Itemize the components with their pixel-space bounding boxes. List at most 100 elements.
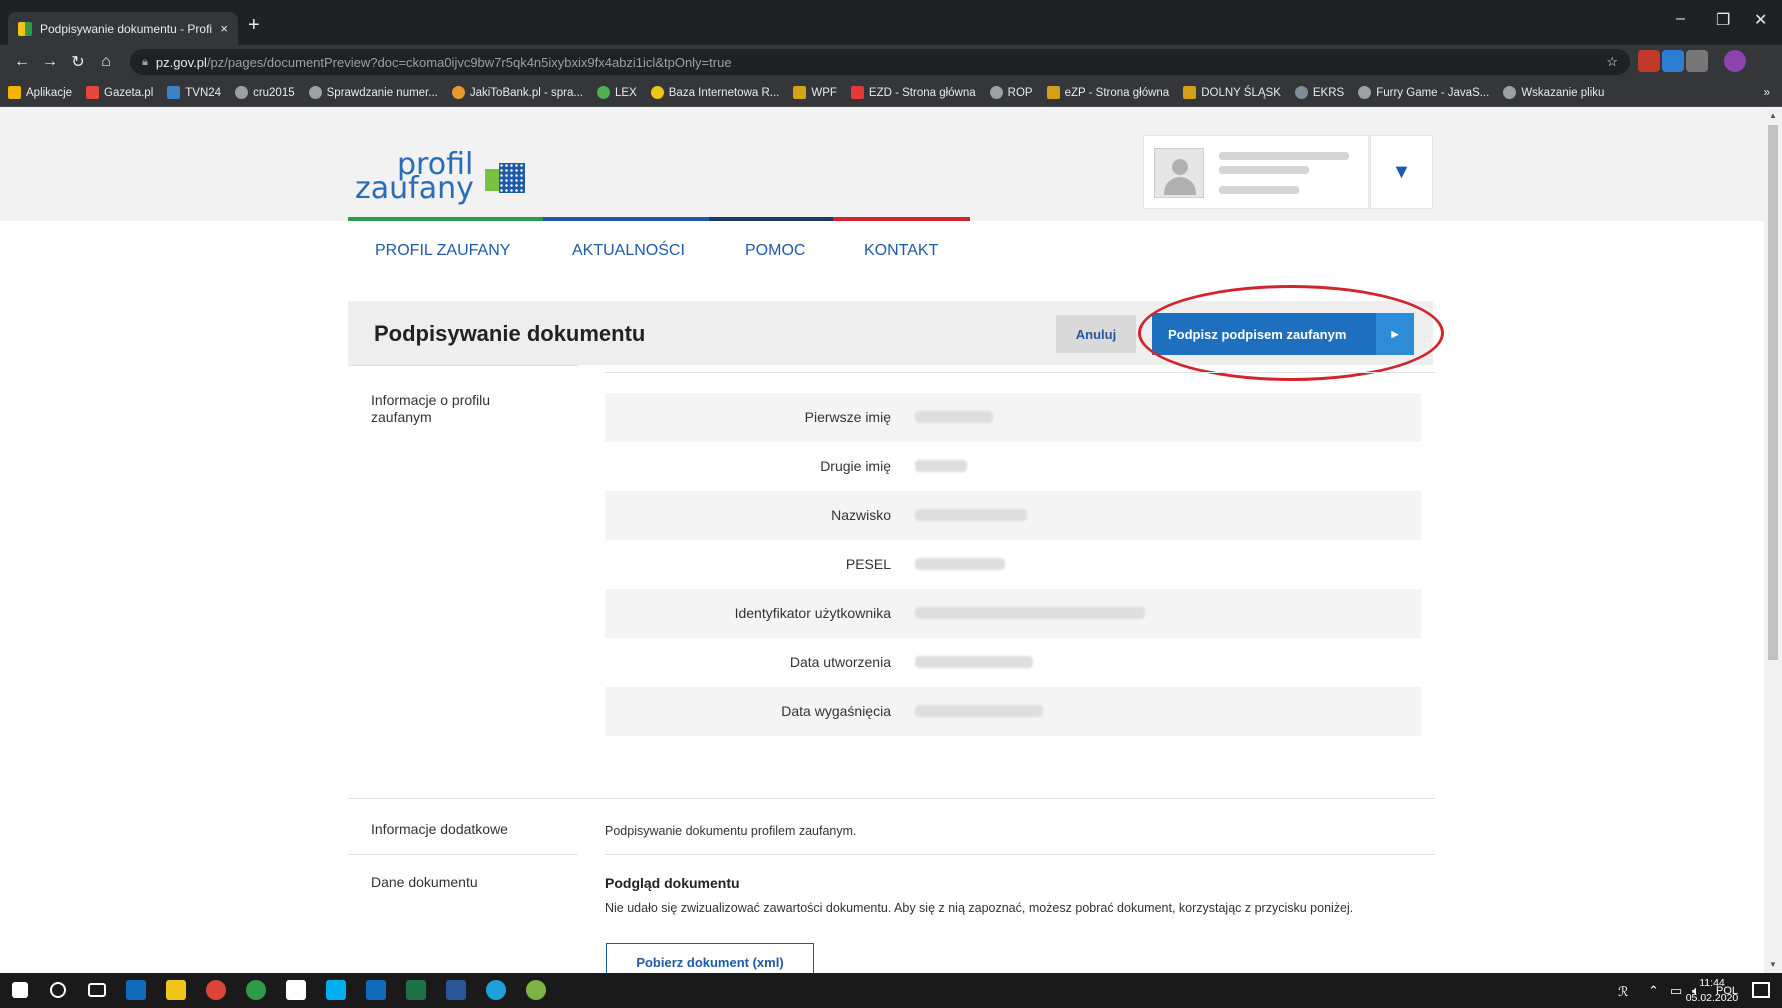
info-row-user-id: Identyfikator użytkownika — [605, 589, 1421, 638]
tab-title: Podpisywanie dokumentu - Profil — [40, 21, 213, 36]
user-name-redacted — [1219, 152, 1349, 160]
globe-icon — [989, 86, 1003, 99]
bookmark-item[interactable]: WPF — [793, 86, 837, 99]
profile-avatar-icon[interactable] — [1724, 50, 1746, 72]
cancel-button[interactable]: Anuluj — [1056, 315, 1136, 353]
page-title: Podpisywanie dokumentu — [374, 321, 646, 346]
lock-icon: 🔒︎ — [142, 55, 148, 68]
tray-expand-icon[interactable]: ⌃ — [1648, 983, 1659, 999]
file-explorer-icon[interactable] — [166, 980, 186, 1000]
divider — [605, 854, 1435, 855]
home-icon[interactable]: ⌂ — [92, 53, 120, 71]
bookmark-star-icon[interactable]: ☆ — [1606, 54, 1618, 70]
scroll-thumb[interactable] — [1768, 125, 1778, 660]
bookmark-item[interactable]: DOLNY ŚLĄSK — [1183, 86, 1281, 99]
bookmark-item[interactable]: TVN24 — [167, 86, 221, 99]
bookmark-item[interactable]: Furry Game - JavaS... — [1358, 86, 1489, 99]
section-label-additional: Informacje dodatkowe — [371, 821, 508, 837]
bookmark-item[interactable]: EZD - Strona główna — [850, 86, 976, 99]
excel-icon[interactable] — [406, 980, 426, 1000]
globe-icon — [1358, 86, 1372, 99]
bookmark-icon — [1046, 86, 1060, 99]
page-scrollbar[interactable]: ▲ ▼ — [1764, 107, 1782, 973]
divider — [605, 372, 1435, 373]
news-extension-icon[interactable] — [1662, 50, 1684, 72]
user-menu-dropdown-icon[interactable]: ▼ — [1370, 135, 1433, 209]
bookmark-item[interactable]: EKRS — [1294, 86, 1344, 99]
internet-explorer-icon[interactable] — [486, 980, 506, 1000]
minimize-icon[interactable]: – — [1676, 10, 1685, 28]
outlook-icon[interactable] — [126, 980, 146, 1000]
app-icon[interactable] — [246, 980, 266, 1000]
clock-time-display: 11:44 — [1699, 977, 1725, 989]
document-preview-heading: Podgląd dokumentu — [605, 875, 740, 891]
bookmark-item[interactable]: Gazeta.pl — [86, 86, 153, 99]
redacted-value — [915, 607, 1145, 619]
close-tab-icon[interactable]: × — [220, 21, 228, 36]
section-label-document: Dane dokumentu — [371, 874, 478, 890]
info-row-second-name: Drugie imię — [605, 442, 1421, 491]
info-row-pesel: PESEL — [605, 540, 1421, 589]
bookmark-icon — [597, 86, 610, 99]
taskbar-clock[interactable]: 11:44 05.02.2020 — [1680, 974, 1744, 1007]
nav-aktualnosci[interactable]: AKTUALNOŚCI — [572, 242, 685, 260]
bookmark-icon — [650, 86, 664, 99]
people-icon[interactable]: ℛ — [1618, 984, 1628, 1000]
word-icon[interactable] — [446, 980, 466, 1000]
bookmark-item[interactable]: LEX — [597, 86, 637, 99]
download-document-button[interactable]: Pobierz dokument (xml) — [606, 943, 814, 973]
header-accent-green — [348, 217, 543, 221]
section-label-profile-info: Informacje o profilu zaufanym — [371, 392, 491, 425]
divider — [348, 798, 1435, 799]
scroll-up-icon[interactable]: ▲ — [1769, 111, 1777, 120]
reload-icon[interactable]: ↻ — [64, 52, 92, 72]
forward-icon[interactable]: → — [36, 53, 64, 71]
os-taskbar: ℛ ⌃ ▭ 🔈︎ POL 11:44 — [0, 973, 1782, 1008]
windows-start-icon[interactable] — [12, 982, 28, 998]
user-info-box[interactable] — [1143, 135, 1369, 209]
bookmark-item[interactable]: Wskazanie pliku — [1503, 86, 1604, 99]
address-bar[interactable]: 🔒︎ pz.gov.pl/pz/pages/documentPreview?do… — [130, 49, 1630, 75]
header-accent-blue — [543, 217, 709, 221]
bookmark-icon — [793, 86, 807, 99]
extension-icon[interactable] — [1686, 50, 1708, 72]
close-window-icon[interactable]: ✕ — [1754, 10, 1767, 30]
bookmark-item[interactable]: ROP — [989, 86, 1033, 99]
task-view-icon[interactable] — [88, 983, 106, 997]
bookmark-item[interactable]: Sprawdzanie numer... — [308, 86, 438, 99]
favicon-icon — [18, 21, 32, 36]
header-accent-navy — [709, 217, 833, 221]
notifications-icon[interactable] — [1752, 982, 1770, 998]
app-icon[interactable] — [286, 980, 306, 1000]
search-icon[interactable] — [50, 982, 66, 998]
bookmarks-overflow-button[interactable]: » — [1764, 87, 1770, 99]
redacted-value — [915, 656, 1033, 668]
url-host: pz.gov.pl — [155, 54, 207, 70]
outlook-icon[interactable] — [366, 980, 386, 1000]
app-icon[interactable] — [526, 980, 546, 1000]
browser-tab[interactable]: Podpisywanie dokumentu - Profil × — [8, 12, 238, 45]
globe-icon — [308, 86, 322, 99]
skype-icon[interactable] — [326, 980, 346, 1000]
pdf-extension-icon[interactable] — [1638, 50, 1660, 72]
bookmark-item[interactable]: Aplikacje — [8, 86, 72, 99]
user-avatar-icon — [1154, 148, 1204, 198]
scroll-down-icon[interactable]: ▼ — [1769, 960, 1777, 969]
nav-kontakt[interactable]: KONTAKT — [864, 242, 938, 260]
info-row-expiry-date: Data wygaśnięcia — [605, 687, 1421, 736]
logo-mark-icon — [485, 161, 525, 195]
bookmark-item[interactable]: Baza Internetowa R... — [650, 86, 779, 99]
nav-pomoc[interactable]: POMOC — [745, 242, 805, 260]
browser-tab-bar: Podpisywanie dokumentu - Profil × + – ❐ … — [0, 0, 1782, 45]
chrome-icon[interactable] — [206, 980, 226, 1000]
info-row-surname: Nazwisko — [605, 491, 1421, 540]
new-tab-button[interactable]: + — [248, 14, 260, 37]
bookmark-item[interactable]: eZP - Strona główna — [1046, 86, 1169, 99]
back-icon[interactable]: ← — [8, 53, 36, 71]
nav-profil-zaufany[interactable]: PROFIL ZAUFANY — [375, 242, 510, 260]
bookmark-item[interactable]: cru2015 — [235, 86, 295, 99]
apps-icon — [8, 86, 21, 99]
redacted-value — [915, 509, 1027, 521]
maximize-icon[interactable]: ❐ — [1716, 10, 1730, 30]
bookmark-item[interactable]: JakiToBank.pl - spra... — [451, 86, 583, 99]
